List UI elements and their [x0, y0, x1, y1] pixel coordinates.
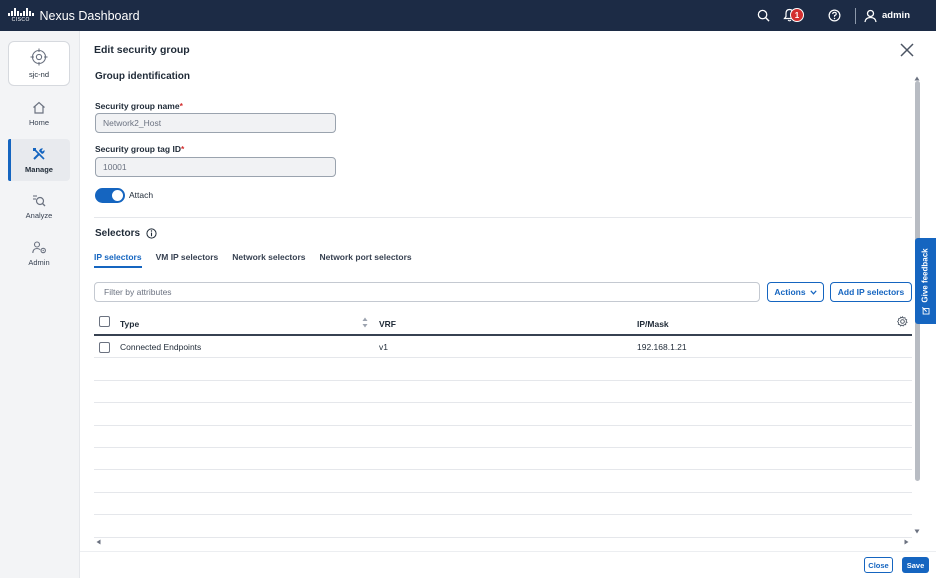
tag-label-text: Security group tag ID — [95, 144, 181, 154]
column-ip-mask[interactable]: IP/Mask — [637, 319, 669, 329]
edit-panel: Edit security group Group identification… — [80, 31, 936, 578]
home-icon — [33, 101, 45, 114]
panel-title: Edit security group — [94, 44, 190, 56]
filter-input[interactable]: Filter by attributes — [94, 282, 760, 302]
site-selector[interactable]: sjc-nd — [8, 41, 70, 86]
nav-manage[interactable]: Manage — [8, 139, 70, 181]
tab-ip-selectors[interactable]: IP selectors — [94, 252, 142, 268]
user-icon — [864, 9, 877, 22]
table-header: Type VRF IP/Mask — [94, 310, 912, 336]
close-icon[interactable] — [900, 43, 914, 57]
close-button[interactable]: Close — [864, 557, 893, 573]
required-marker: * — [180, 144, 185, 154]
section-divider — [94, 217, 912, 218]
security-group-tag-field[interactable]: 10001 — [95, 157, 336, 177]
help-icon[interactable] — [821, 0, 847, 31]
nav-label: Manage — [25, 164, 53, 174]
cisco-wordmark: CISCO — [11, 17, 30, 23]
row-checkbox[interactable] — [99, 342, 110, 353]
empty-row — [94, 448, 912, 471]
empty-row — [94, 493, 912, 516]
nav-home[interactable]: Home — [8, 93, 70, 135]
nav-label: Analyze — [25, 211, 53, 220]
required-marker: * — [179, 101, 183, 111]
name-label-text: Security group name — [95, 101, 180, 111]
cisco-logo: CISCO — [8, 8, 34, 23]
cell-ip-mask: 192.168.1.21 — [637, 342, 687, 352]
feedback-label: Give feedback — [921, 247, 930, 303]
gear-icon[interactable] — [897, 316, 908, 327]
app-title: Nexus Dashboard — [39, 8, 140, 23]
table-row[interactable]: Connected Endpoints v1 192.168.1.21 — [94, 336, 912, 359]
attach-label: Attach — [129, 190, 154, 200]
search-icon[interactable] — [751, 0, 775, 31]
selectors-title: Selectors — [95, 228, 141, 239]
toggle-knob — [112, 190, 123, 201]
tab-network-port-selectors[interactable]: Network port selectors — [320, 252, 412, 268]
cell-vrf: v1 — [379, 342, 388, 352]
top-bar: CISCO Nexus Dashboard 1 admin — [0, 0, 936, 31]
tab-vm-ip-selectors[interactable]: VM IP selectors — [156, 252, 219, 268]
actions-button[interactable]: Actions — [767, 282, 824, 302]
chevron-down-icon — [809, 289, 817, 295]
brand[interactable]: CISCO Nexus Dashboard — [8, 0, 140, 31]
tag-label: Security group tag ID* — [95, 144, 184, 154]
security-group-name-field[interactable]: Network2_Host — [95, 113, 336, 133]
sidebar: sjc-nd Home Manage Analyze Admin — [0, 31, 80, 578]
nav-label: Admin — [28, 258, 50, 267]
empty-row — [94, 426, 912, 448]
empty-row — [94, 358, 912, 381]
ip-selectors-table: Type VRF IP/Mask Connected Endpoints v1 … — [94, 310, 912, 538]
notification-badge: 1 — [790, 8, 805, 22]
nav-analyze[interactable]: Analyze — [8, 186, 70, 228]
user-menu[interactable]: admin — [864, 0, 910, 31]
actions-label: Actions — [774, 287, 806, 297]
empty-row — [94, 515, 912, 538]
sort-icon[interactable] — [362, 317, 368, 328]
scroll-right-icon[interactable] — [904, 539, 909, 545]
user-name: admin — [882, 10, 910, 21]
nav-label: Home — [28, 118, 49, 127]
divider — [855, 7, 857, 24]
empty-row — [94, 470, 912, 493]
column-vrf[interactable]: VRF — [379, 319, 396, 329]
cell-type: Connected Endpoints — [120, 342, 202, 352]
nav-admin[interactable]: Admin — [8, 233, 70, 275]
select-all-checkbox[interactable] — [99, 316, 110, 327]
scroll-left-icon[interactable] — [96, 539, 101, 545]
notifications-button[interactable]: 1 — [781, 0, 815, 31]
site-label: sjc-nd — [28, 70, 49, 79]
scroll-down-icon[interactable] — [914, 529, 920, 534]
attach-toggle[interactable] — [95, 188, 125, 203]
empty-row — [94, 403, 912, 426]
add-ip-selectors-button[interactable]: Add IP selectors — [830, 282, 912, 302]
selector-tabs: IP selectors VM IP selectors Network sel… — [94, 252, 412, 268]
admin-icon — [31, 241, 46, 254]
feedback-icon — [921, 306, 930, 314]
analyze-icon — [33, 195, 46, 207]
column-type[interactable]: Type — [120, 319, 139, 329]
info-icon[interactable] — [146, 228, 157, 239]
empty-row — [94, 381, 912, 404]
panel-footer: Close Save — [80, 551, 936, 578]
save-button[interactable]: Save — [902, 557, 929, 573]
give-feedback-tab[interactable]: Give feedback — [915, 238, 936, 324]
site-icon — [30, 48, 48, 66]
name-label: Security group name* — [95, 101, 183, 111]
tab-network-selectors[interactable]: Network selectors — [232, 252, 305, 268]
tools-icon — [33, 147, 45, 160]
section-title: Group identification — [95, 71, 190, 82]
selectors-heading: Selectors — [95, 228, 157, 239]
